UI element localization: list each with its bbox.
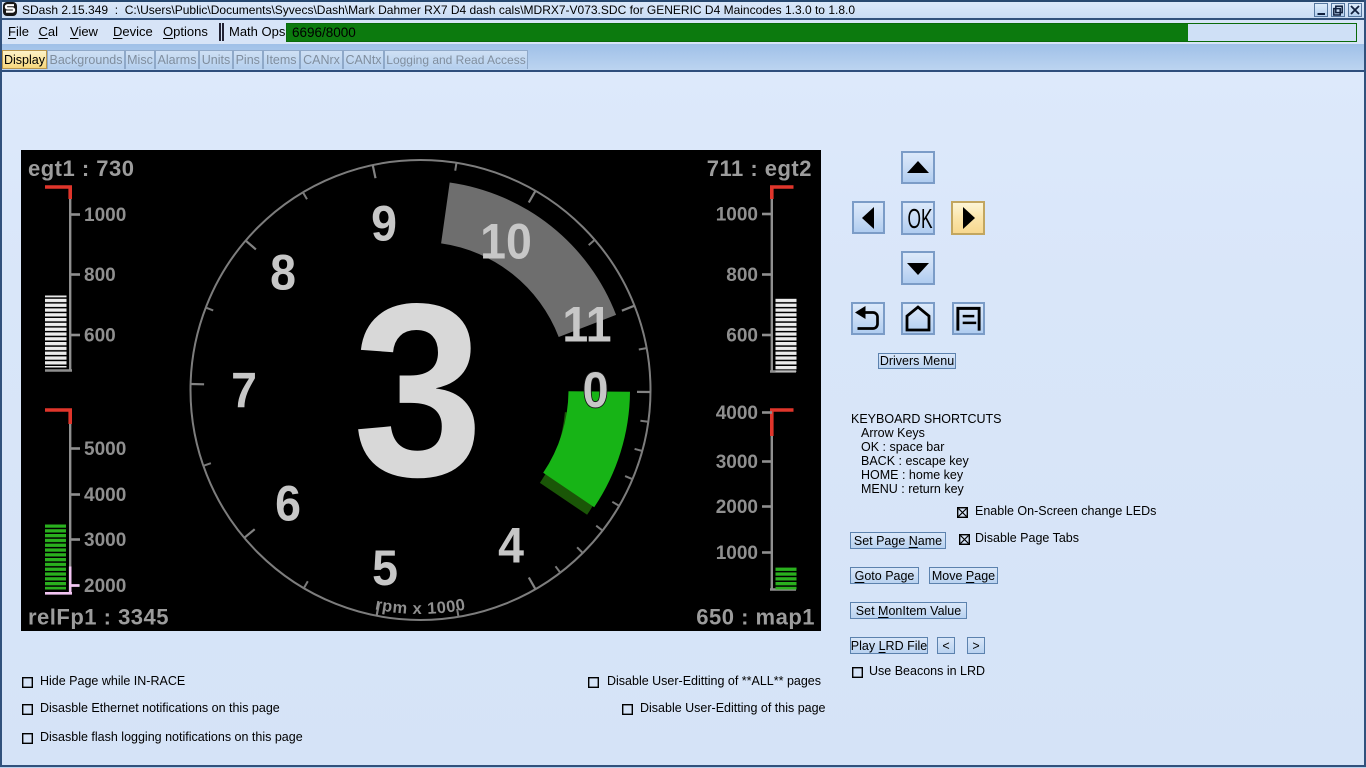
svg-text:1000: 1000 <box>84 205 126 226</box>
svg-text:0: 0 <box>583 362 609 418</box>
svg-text:3000: 3000 <box>716 452 758 473</box>
svg-text:600: 600 <box>84 326 116 347</box>
svg-text:relFp1 : 3345: relFp1 : 3345 <box>28 605 169 630</box>
svg-text:OK: OK <box>907 203 932 234</box>
svg-text:3000: 3000 <box>84 530 126 551</box>
svg-text:2000: 2000 <box>716 497 758 518</box>
svg-text:rpm x 1000: rpm x 1000 <box>374 596 467 619</box>
svg-text:8: 8 <box>270 245 296 301</box>
svg-text:800: 800 <box>726 265 758 286</box>
svg-text:1000: 1000 <box>716 205 758 226</box>
svg-text:5000: 5000 <box>84 439 126 460</box>
svg-text:711 : egt2: 711 : egt2 <box>707 156 812 181</box>
svg-text:600: 600 <box>726 326 758 347</box>
svg-text:4000: 4000 <box>716 403 758 424</box>
svg-text:11: 11 <box>562 297 611 353</box>
svg-text:6: 6 <box>275 476 301 532</box>
svg-text:4: 4 <box>498 518 524 574</box>
svg-text:3: 3 <box>353 253 484 529</box>
svg-text:7: 7 <box>231 363 257 419</box>
svg-text:800: 800 <box>84 265 116 286</box>
svg-text:1000: 1000 <box>716 543 758 564</box>
svg-text:10: 10 <box>480 214 532 270</box>
svg-text:4000: 4000 <box>84 485 126 506</box>
svg-text:2000: 2000 <box>84 576 126 597</box>
svg-text:egt1 : 730: egt1 : 730 <box>28 156 135 181</box>
svg-text:5: 5 <box>372 540 398 596</box>
svg-text:650 : map1: 650 : map1 <box>696 605 815 630</box>
svg-text:9: 9 <box>371 196 397 252</box>
